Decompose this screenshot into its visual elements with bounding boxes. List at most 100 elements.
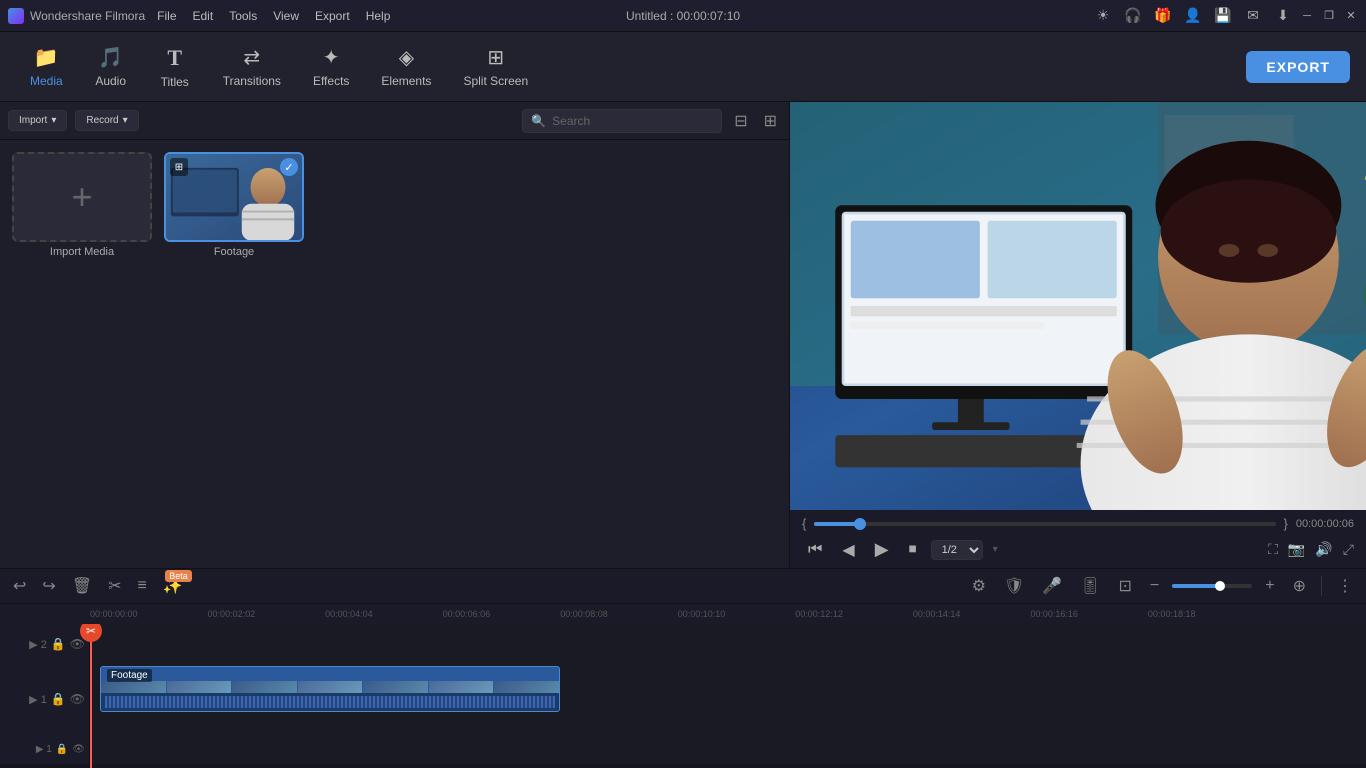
- import-media-box[interactable]: +: [12, 152, 152, 242]
- timeline-ruler: 00:00:00:00 00:00:02:02 00:00:04:04 00:0…: [0, 604, 1366, 624]
- mic-button[interactable]: 🎤: [1037, 574, 1067, 598]
- toolbar-separator: [1321, 576, 1322, 596]
- track-2-content[interactable]: Footage: [90, 664, 1366, 734]
- audio-mix-button[interactable]: ≡: [133, 575, 152, 597]
- redo-button[interactable]: ↪: [37, 574, 60, 598]
- account-icon[interactable]: 👤: [1184, 7, 1202, 25]
- track-3-content[interactable]: [90, 734, 1366, 764]
- close-button[interactable]: ✕: [1344, 9, 1358, 23]
- ruler-tick-4: 00:00:08:08: [560, 609, 678, 619]
- transitions-icon: ⇄: [243, 45, 260, 70]
- undo-button[interactable]: ↩: [8, 574, 31, 598]
- add-button[interactable]: ⊕: [1288, 574, 1311, 598]
- fullscreen-preview-icon[interactable]: ⛶: [1268, 541, 1278, 558]
- export-button[interactable]: EXPORT: [1246, 51, 1350, 83]
- zoom-out-button[interactable]: −: [1145, 575, 1164, 597]
- track-3-eye-icon[interactable]: 👁: [72, 744, 85, 755]
- grid-view-icon[interactable]: ⊞: [760, 109, 781, 133]
- mix-button[interactable]: 🎚: [1075, 574, 1105, 598]
- import-chevron-icon: ▾: [51, 115, 56, 126]
- tab-transitions[interactable]: ⇄ Transitions: [209, 39, 295, 94]
- zoom-slider[interactable]: [1172, 584, 1252, 588]
- tab-titles[interactable]: T Titles: [145, 39, 205, 95]
- timeline-right-tools: ⚙ 🛡 🎤 🎚 ⊡ − + ⊕ ⋮: [967, 574, 1358, 598]
- track-control-1: ▶ 2 🔒 👁: [0, 624, 90, 664]
- track-2-eye-icon[interactable]: 👁: [70, 692, 85, 706]
- menu-edit[interactable]: Edit: [193, 9, 214, 23]
- menu-file[interactable]: File: [157, 9, 176, 23]
- bracket-left[interactable]: {: [802, 516, 806, 531]
- crop-button[interactable]: ⊡: [1114, 574, 1137, 598]
- menu-help[interactable]: Help: [366, 9, 391, 23]
- preview-progress-bar[interactable]: [814, 522, 1275, 526]
- menu-export[interactable]: Export: [315, 9, 350, 23]
- playhead[interactable]: ✂: [90, 624, 92, 768]
- zoom-slider-handle[interactable]: [1215, 581, 1225, 591]
- maximize-button[interactable]: ❐: [1322, 9, 1336, 23]
- search-box[interactable]: 🔍: [522, 109, 722, 133]
- title-bar-actions: ☀ 🎧 🎁 👤 💾 ✉ ⬇: [1094, 7, 1292, 25]
- track-3-lock-icon[interactable]: 🔒: [56, 744, 68, 755]
- footage-grid-icon: ⊞: [170, 158, 188, 176]
- bracket-right[interactable]: }: [1284, 516, 1288, 531]
- import-media-label: Import Media: [50, 246, 114, 258]
- import-dropdown[interactable]: Import ▾: [8, 110, 67, 131]
- step-back-button[interactable]: ◀: [836, 538, 860, 562]
- playhead-marker: ✂: [80, 624, 102, 642]
- track-2-lock-icon[interactable]: 🔒: [51, 692, 66, 706]
- menu-tools[interactable]: Tools: [229, 9, 257, 23]
- delete-button[interactable]: 🗑: [67, 574, 97, 598]
- timeline-settings-button[interactable]: ⋮: [1332, 574, 1358, 598]
- stop-button[interactable]: ⏹: [903, 539, 923, 561]
- tab-titles-label: Titles: [161, 75, 189, 89]
- brightness-icon[interactable]: ☀: [1094, 7, 1112, 25]
- volume-icon[interactable]: 🔊: [1315, 541, 1332, 558]
- ruler-tick-7: 00:00:14:14: [913, 609, 1031, 619]
- track-1-lock-icon[interactable]: 🔒: [51, 637, 66, 651]
- search-input[interactable]: [552, 114, 713, 128]
- mail-icon[interactable]: ✉: [1244, 7, 1262, 25]
- tab-media[interactable]: 📁 Media: [16, 39, 77, 94]
- search-icon: 🔍: [531, 114, 546, 128]
- title-bar: Wondershare Filmora File Edit Tools View…: [0, 0, 1366, 32]
- tab-audio[interactable]: 🎵 Audio: [81, 39, 141, 94]
- timeline-area: ↩ ↪ 🗑 ✂ ≡ ✨ Beta ⚙ 🛡 🎤 🎚 ⊡ − + ⊕ ⋮: [0, 568, 1366, 768]
- screenshot-icon[interactable]: 📷: [1288, 541, 1305, 558]
- track-2-label: ▶ 1: [29, 693, 47, 706]
- import-media-item[interactable]: + Import Media: [12, 152, 152, 258]
- shield-icon[interactable]: 🛡: [999, 574, 1029, 598]
- zoom-in-button[interactable]: +: [1260, 575, 1279, 597]
- footage-clip[interactable]: Footage: [100, 666, 560, 712]
- download-icon[interactable]: ⬇: [1274, 7, 1292, 25]
- headset-icon[interactable]: 🎧: [1124, 7, 1142, 25]
- plus-icon: +: [71, 176, 92, 218]
- preview-progress-handle[interactable]: [854, 518, 866, 530]
- ruler-tick-0: 00:00:00:00: [90, 609, 208, 619]
- cut-button[interactable]: ✂: [103, 574, 126, 598]
- tab-splitscreen[interactable]: ⊞ Split Screen: [449, 39, 542, 94]
- minimize-button[interactable]: ─: [1300, 9, 1314, 23]
- import-label: Import: [19, 115, 47, 126]
- quality-select[interactable]: 1/2 Full 1/4: [931, 540, 983, 560]
- skip-back-button[interactable]: ⏮: [802, 539, 828, 561]
- timeline-toolbar: ↩ ↪ 🗑 ✂ ≡ ✨ Beta ⚙ 🛡 🎤 🎚 ⊡ − + ⊕ ⋮: [0, 568, 1366, 604]
- current-time: 00:00:00:06: [1296, 518, 1354, 530]
- footage-thumb: ⊞ ✓: [164, 152, 304, 242]
- record-dropdown[interactable]: Record ▾: [75, 110, 138, 131]
- tab-transitions-label: Transitions: [223, 74, 281, 88]
- preview-video: [790, 102, 1366, 510]
- tab-effects[interactable]: ✦ Effects: [299, 39, 363, 94]
- settings-icon[interactable]: ⚙: [967, 574, 991, 598]
- tab-elements[interactable]: ◈ Elements: [367, 39, 445, 94]
- expand-icon[interactable]: ⤢: [1343, 541, 1354, 558]
- play-button[interactable]: ▶: [869, 537, 895, 562]
- gift-icon[interactable]: 🎁: [1154, 7, 1172, 25]
- footage-media-item[interactable]: ⊞ ✓ Footage: [164, 152, 304, 258]
- save-icon[interactable]: 💾: [1214, 7, 1232, 25]
- filter-icon[interactable]: ⊟: [730, 109, 751, 133]
- track-1-content[interactable]: [90, 624, 1366, 664]
- menu-view[interactable]: View: [273, 9, 299, 23]
- preview-right-icons: ⛶ 📷 🔊 ⤢: [1268, 541, 1354, 558]
- top-toolbar: 📁 Media 🎵 Audio T Titles ⇄ Transitions ✦…: [0, 32, 1366, 102]
- clip-label: Footage: [107, 669, 152, 682]
